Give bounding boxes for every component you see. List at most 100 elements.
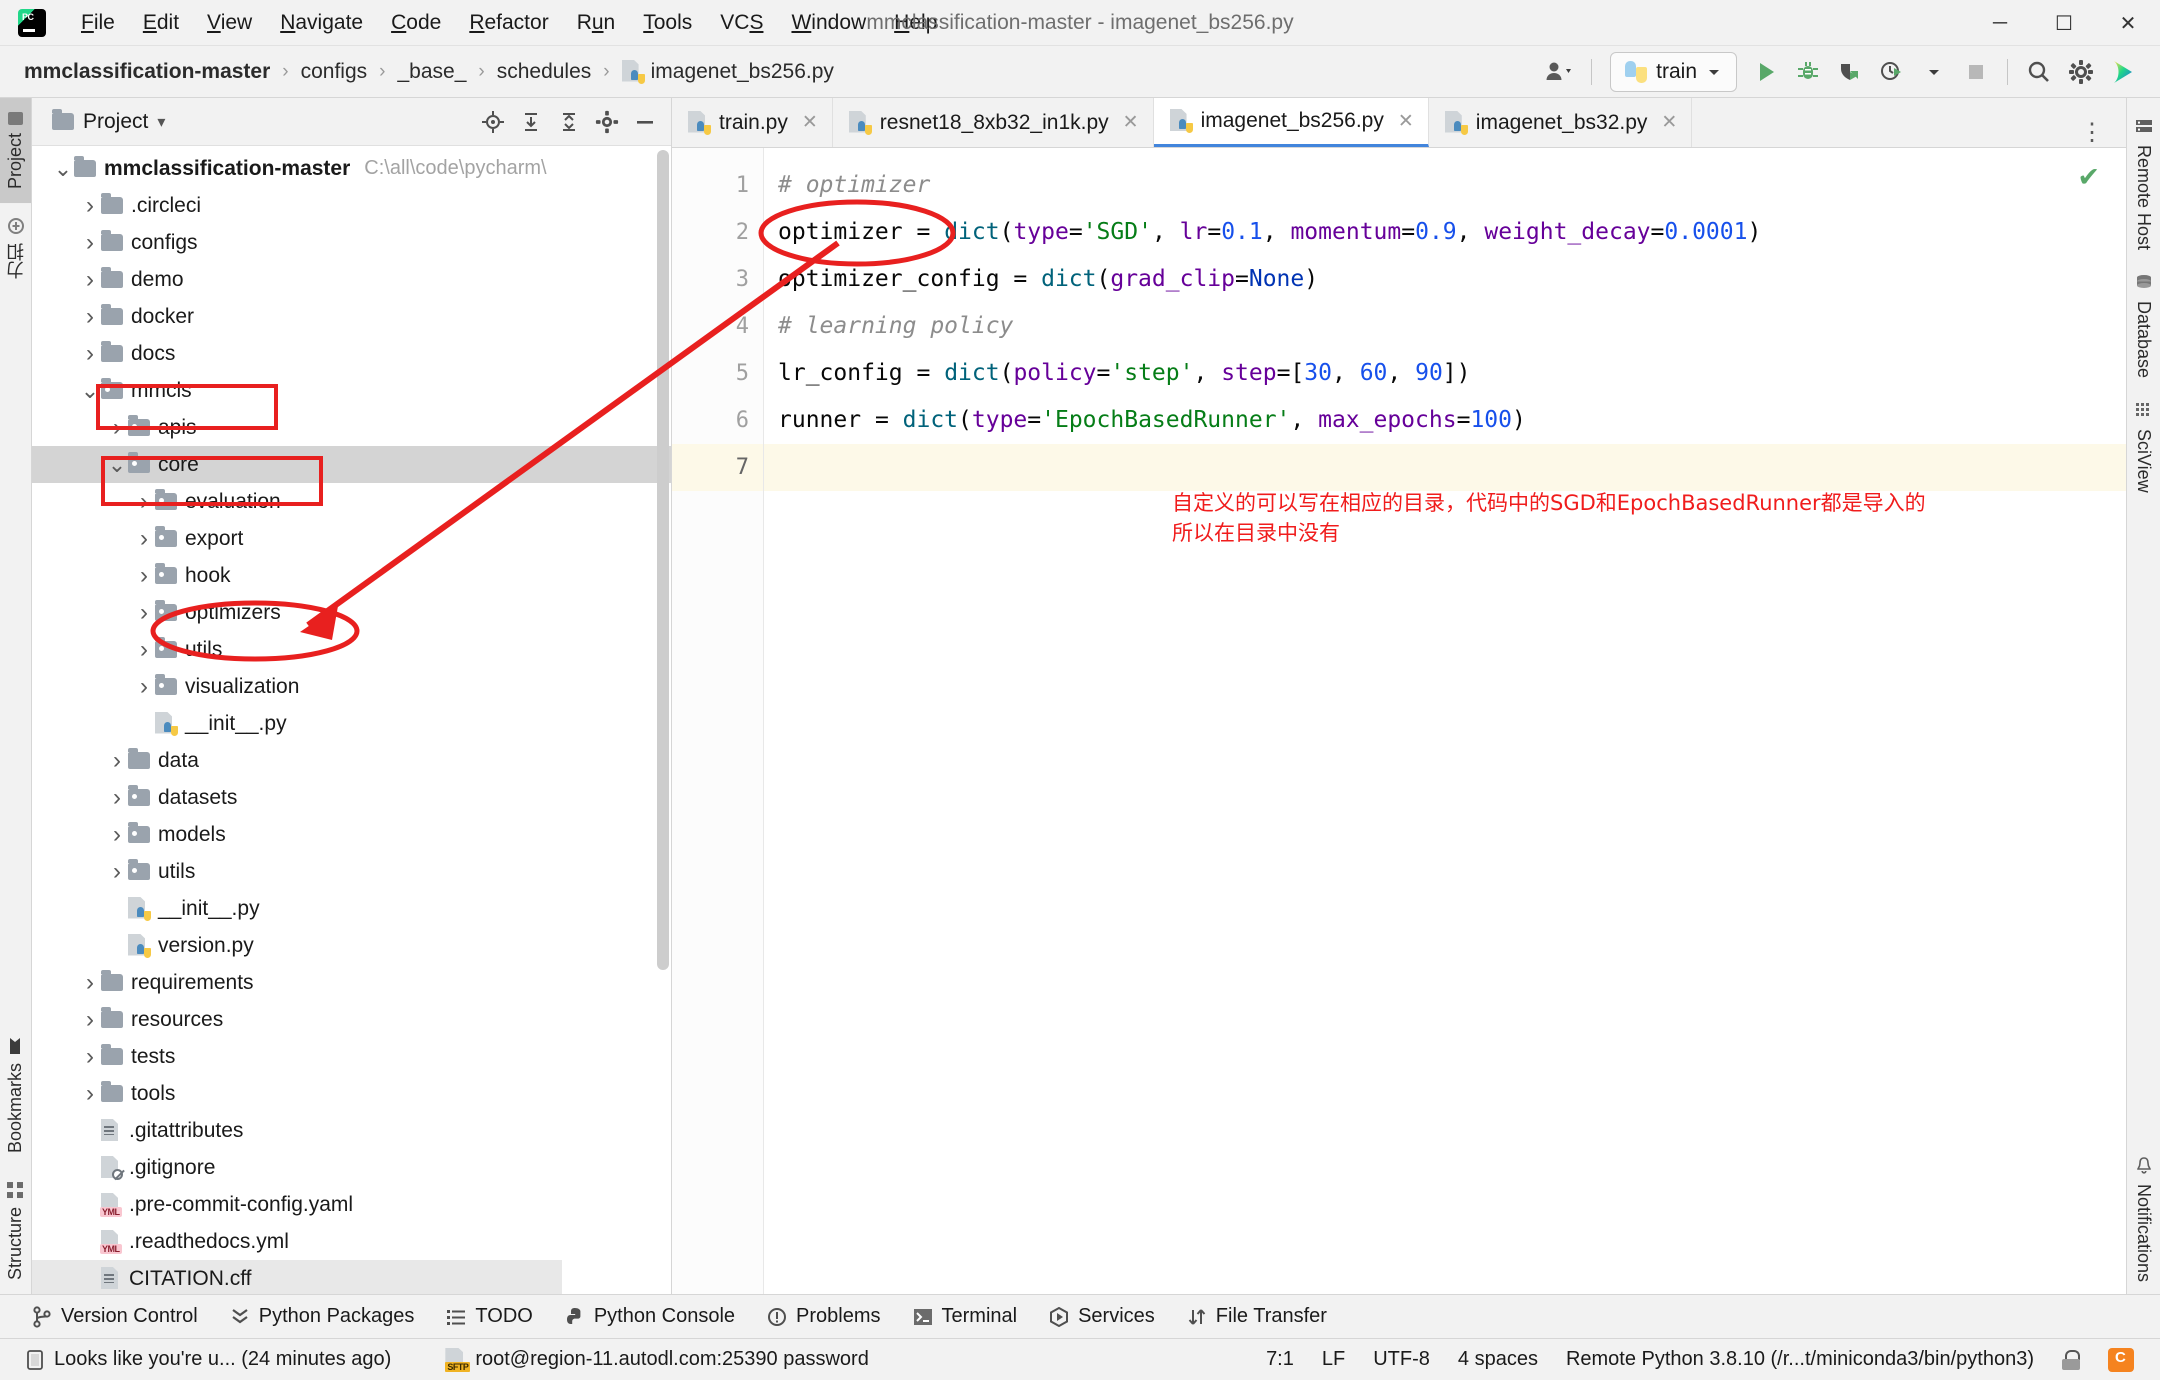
sftp-remote[interactable]: SFTP root@region-11.autodl.com:25390 pas… bbox=[431, 1347, 883, 1372]
tree-row-docker[interactable]: › docker bbox=[32, 298, 671, 335]
menu-file[interactable]: File bbox=[68, 6, 128, 40]
run-icon[interactable] bbox=[1747, 53, 1785, 91]
tree-row-version-py[interactable]: version.py bbox=[32, 927, 671, 964]
chevron-right-icon[interactable]: › bbox=[106, 414, 128, 441]
profile-dropdown-icon[interactable] bbox=[1915, 53, 1953, 91]
chevron-right-icon[interactable]: › bbox=[133, 673, 155, 700]
breadcrumb-item-schedules[interactable]: schedules bbox=[491, 58, 598, 86]
tree-row-data[interactable]: › data bbox=[32, 742, 671, 779]
breadcrumb-item-file[interactable]: imagenet_bs256.py bbox=[616, 58, 840, 86]
tree-row--readthedocs-yml[interactable]: YML .readthedocs.yml bbox=[32, 1223, 671, 1260]
chevron-right-icon[interactable]: › bbox=[79, 1006, 101, 1033]
breadcrumb-item-configs[interactable]: configs bbox=[295, 58, 374, 86]
code-line[interactable]: optimizer_config = dict(grad_clip=None) bbox=[764, 256, 2126, 303]
maximize-button[interactable]: ☐ bbox=[2032, 0, 2096, 46]
tree-row-optimizers[interactable]: › optimizers bbox=[32, 594, 671, 631]
sidebar-item-sciview[interactable]: SciView bbox=[2127, 390, 2160, 505]
minimize-button[interactable]: ─ bbox=[1968, 0, 2032, 46]
tool-window-python-console[interactable]: Python Console bbox=[549, 1301, 751, 1332]
menu-navigate[interactable]: Navigate bbox=[267, 6, 376, 40]
tool-window-python-packages[interactable]: Python Packages bbox=[214, 1301, 431, 1332]
sidebar-item-database[interactable]: Database bbox=[2127, 262, 2160, 390]
tree-row-datasets[interactable]: › datasets bbox=[32, 779, 671, 816]
close-icon[interactable]: ✕ bbox=[1661, 111, 1677, 134]
tree-row-core[interactable]: ⌄ core bbox=[32, 446, 671, 483]
debug-icon[interactable] bbox=[1789, 53, 1827, 91]
chevron-down-icon[interactable]: ⌄ bbox=[79, 379, 101, 402]
coverage-icon[interactable] bbox=[1831, 53, 1869, 91]
collapse-all-icon[interactable] bbox=[551, 104, 587, 140]
chevron-right-icon[interactable]: › bbox=[79, 266, 101, 293]
tree-row-requirements[interactable]: › requirements bbox=[32, 964, 671, 1001]
code-line[interactable]: # optimizer bbox=[764, 162, 2126, 209]
tree-row-utils[interactable]: › utils bbox=[32, 631, 671, 668]
tree-row--gitattributes[interactable]: .gitattributes bbox=[32, 1112, 671, 1149]
breadcrumb-item-base[interactable]: _base_ bbox=[391, 58, 472, 86]
menu-code[interactable]: Code bbox=[378, 6, 454, 40]
sidebar-item-plugin[interactable]: 力扣 bbox=[0, 203, 34, 293]
stop-icon[interactable] bbox=[1957, 53, 1995, 91]
search-icon[interactable] bbox=[2020, 53, 2058, 91]
code-line[interactable]: lr_config = dict(policy='step', step=[30… bbox=[764, 350, 2126, 397]
ai-assistant-icon[interactable] bbox=[2104, 53, 2142, 91]
sidebar-item-project[interactable]: Project bbox=[0, 98, 31, 204]
editor-tab-resnet18-8xb32-in1k-py[interactable]: resnet18_8xb32_in1k.py ✕ bbox=[833, 98, 1154, 147]
code-line[interactable]: # learning policy bbox=[764, 303, 2126, 350]
chevron-right-icon[interactable]: › bbox=[133, 488, 155, 515]
chevron-right-icon[interactable]: › bbox=[79, 1043, 101, 1070]
chevron-right-icon[interactable]: › bbox=[133, 525, 155, 552]
chevron-right-icon[interactable]: › bbox=[133, 636, 155, 663]
tree-row-tests[interactable]: › tests bbox=[32, 1038, 671, 1075]
code-line[interactable]: runner = dict(type='EpochBasedRunner', m… bbox=[764, 397, 2126, 444]
close-icon[interactable]: ✕ bbox=[1123, 111, 1139, 134]
project-tree[interactable]: ⌄ mmclassification-master C:\all\code\pych… bbox=[32, 146, 671, 1294]
chevron-right-icon[interactable]: › bbox=[106, 821, 128, 848]
account-icon[interactable] bbox=[1541, 53, 1579, 91]
tree-row-demo[interactable]: › demo bbox=[32, 261, 671, 298]
tree-row--circleci[interactable]: › .circleci bbox=[32, 187, 671, 224]
run-configuration-selector[interactable]: train bbox=[1610, 51, 1737, 92]
tree-row-tools[interactable]: › tools bbox=[32, 1075, 671, 1112]
more-options-icon[interactable]: ⋮ bbox=[2070, 118, 2116, 147]
panel-gear-icon[interactable] bbox=[589, 104, 625, 140]
chevron-right-icon[interactable]: › bbox=[133, 599, 155, 626]
profile-icon[interactable] bbox=[1873, 53, 1911, 91]
chevron-right-icon[interactable]: › bbox=[106, 747, 128, 774]
chevron-right-icon[interactable]: › bbox=[79, 192, 101, 219]
tree-row-export[interactable]: › export bbox=[32, 520, 671, 557]
close-button[interactable]: ✕ bbox=[2096, 0, 2160, 46]
chevron-right-icon[interactable]: › bbox=[79, 969, 101, 996]
menu-run[interactable]: Run bbox=[564, 6, 629, 40]
menu-refactor[interactable]: Refactor bbox=[456, 6, 561, 40]
gear-icon[interactable] bbox=[2062, 53, 2100, 91]
tree-row-mmclassification-master[interactable]: ⌄ mmclassification-master C:\all\code\pych… bbox=[32, 150, 671, 187]
file-encoding[interactable]: UTF-8 bbox=[1359, 1348, 1444, 1371]
menu-tools[interactable]: Tools bbox=[630, 6, 705, 40]
chevron-down-icon[interactable]: ⌄ bbox=[106, 453, 128, 476]
tree-row---init---py[interactable]: __init__.py bbox=[32, 890, 671, 927]
locate-file-icon[interactable] bbox=[475, 104, 511, 140]
python-interpreter[interactable]: Remote Python 3.8.10 (/r...t/miniconda3/… bbox=[1552, 1348, 2048, 1371]
tool-window-problems[interactable]: Problems bbox=[751, 1301, 896, 1332]
project-tree-scrollbar[interactable] bbox=[657, 150, 669, 970]
menu-view[interactable]: View bbox=[194, 6, 265, 40]
chevron-right-icon[interactable]: › bbox=[106, 858, 128, 885]
chevron-right-icon[interactable]: › bbox=[133, 562, 155, 589]
caret-position[interactable]: 7:1 bbox=[1252, 1348, 1308, 1371]
tree-row-resources[interactable]: › resources bbox=[32, 1001, 671, 1038]
tree-row-models[interactable]: › models bbox=[32, 816, 671, 853]
sidebar-item-structure[interactable]: Structure bbox=[0, 1167, 31, 1294]
chevron-right-icon[interactable]: › bbox=[79, 340, 101, 367]
tree-row-utils[interactable]: › utils bbox=[32, 853, 671, 890]
tool-window-services[interactable]: Services bbox=[1033, 1301, 1171, 1332]
close-icon[interactable]: ✕ bbox=[1398, 110, 1414, 133]
tree-row-citation-cff[interactable]: CITATION.cff bbox=[32, 1260, 562, 1294]
tool-window-terminal[interactable]: Terminal bbox=[897, 1301, 1034, 1332]
editor-tab-imagenet-bs256-py[interactable]: imagenet_bs256.py ✕ bbox=[1153, 98, 1429, 147]
tree-row-configs[interactable]: › configs bbox=[32, 224, 671, 261]
tree-row---init---py[interactable]: __init__.py bbox=[32, 705, 671, 742]
sidebar-item-remote-host[interactable]: Remote Host bbox=[2127, 106, 2160, 262]
tool-window-todo[interactable]: TODO bbox=[430, 1301, 548, 1332]
indent-setting[interactable]: 4 spaces bbox=[1444, 1348, 1552, 1371]
inspection-status-icon[interactable]: ✔ bbox=[2077, 162, 2100, 193]
